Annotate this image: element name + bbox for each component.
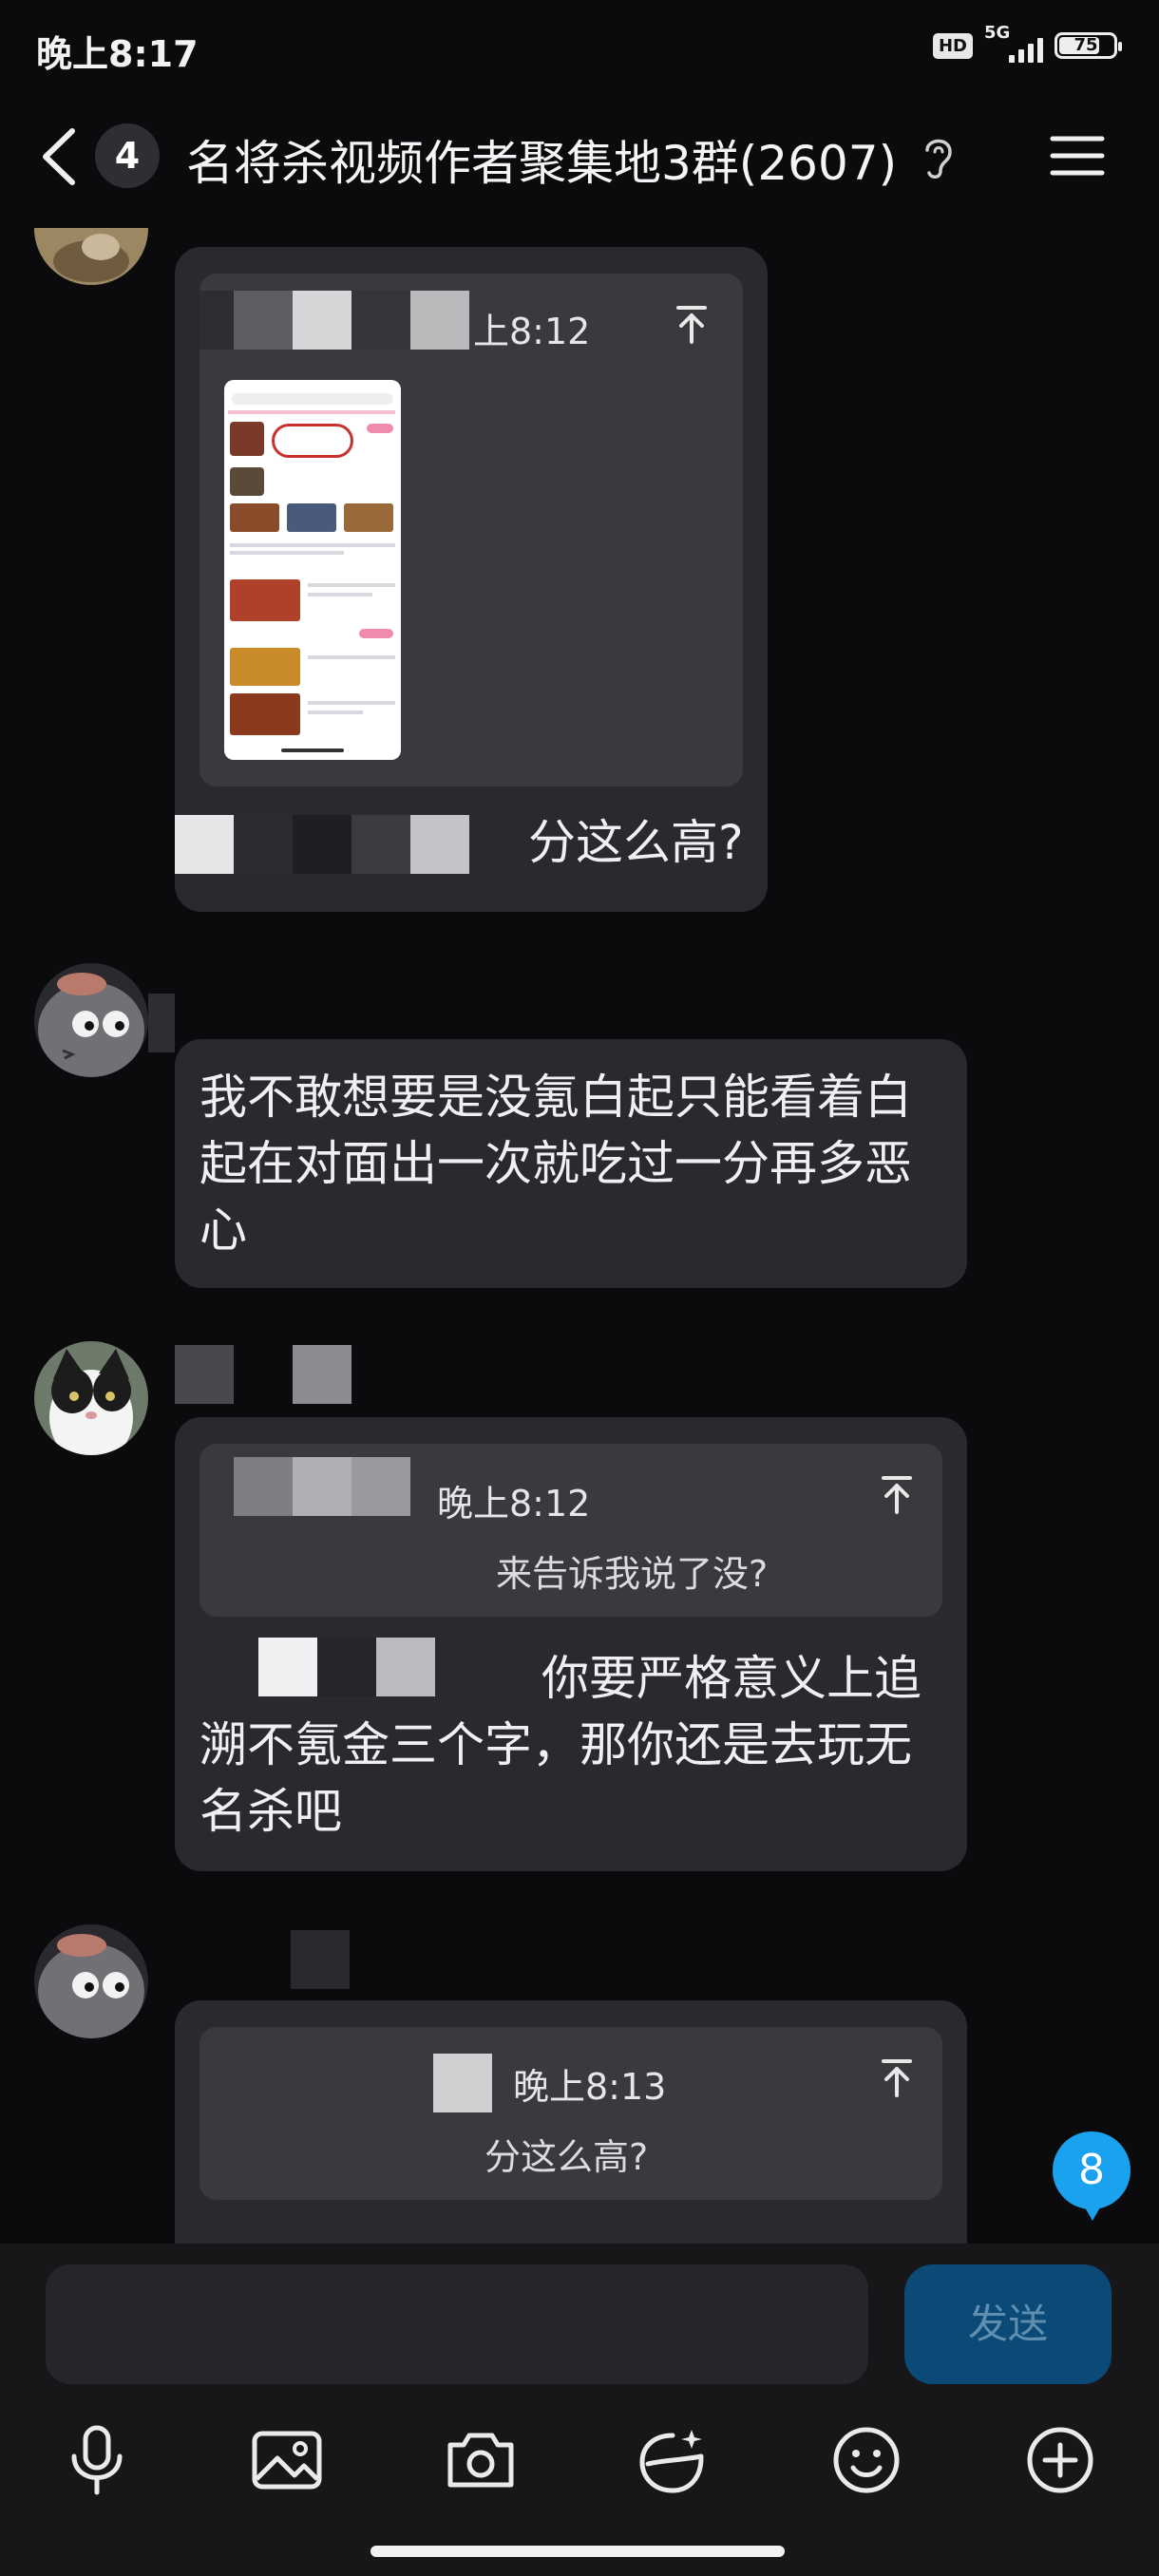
new-messages-badge[interactable]: 8 — [1053, 2131, 1130, 2221]
quote-text: 来告诉我说了没? — [496, 1553, 769, 1595]
jump-to-original-icon[interactable] — [674, 304, 709, 346]
reply-quote[interactable]: 晚上8:12 来告诉我说了没? — [200, 1444, 942, 1617]
status-icons: HD 5G 75 — [932, 23, 1122, 63]
back-icon[interactable] — [36, 123, 84, 190]
network-type: 5G — [984, 23, 1011, 43]
send-button[interactable]: 发送 — [904, 2264, 1112, 2384]
blurred-name — [175, 815, 469, 874]
message-text: 分这么高? — [528, 815, 744, 870]
blurred-sender — [291, 1930, 350, 1989]
signal-icon: 5G — [984, 23, 1043, 63]
blurred-sender — [200, 291, 469, 350]
message-bubble[interactable]: 晚上8:12 来告诉我说了没? 你要严格意义上追溯不氪金三个字，那你还是去玩无名… — [175, 1417, 967, 1871]
microphone-icon[interactable] — [59, 2422, 135, 2498]
plus-icon[interactable] — [1022, 2422, 1098, 2498]
battery-level: 75 — [1074, 35, 1098, 55]
jump-to-original-icon[interactable] — [880, 1474, 914, 1516]
message-bubble[interactable]: 晚上8:13 分这么高? — [175, 2000, 967, 2285]
message-bubble[interactable]: 我不敢想要是没氪白起只能看着白起在对面出一次就吃过一分再多恶心 — [175, 1039, 967, 1288]
jump-to-original-icon[interactable] — [880, 2057, 914, 2099]
avatar[interactable] — [34, 1924, 148, 2038]
avatar[interactable] — [34, 1341, 148, 1455]
blurred-sender — [175, 1345, 352, 1404]
quote-time: 晚上8:12 — [437, 1483, 591, 1525]
blurred-sender — [148, 994, 175, 1052]
message-input[interactable] — [46, 2264, 868, 2384]
sticker-icon[interactable] — [635, 2422, 711, 2498]
reply-quote[interactable]: 晚上8:13 分这么高? — [200, 2027, 942, 2200]
avatar[interactable] — [34, 963, 148, 1077]
quote-time: 晚上8:13 — [513, 2066, 667, 2108]
status-time: 晚上8:17 — [36, 33, 199, 75]
home-indicator[interactable] — [370, 2546, 785, 2557]
emoji-icon[interactable] — [828, 2422, 904, 2498]
message-text: 我不敢想要是没氪白起只能看着白起在对面出一次就吃过一分再多恶心 — [200, 1070, 912, 1258]
blurred-sender — [234, 1457, 410, 1516]
quoted-screenshot-image[interactable] — [224, 380, 401, 760]
hd-badge: HD — [932, 32, 973, 59]
image-icon[interactable] — [249, 2422, 325, 2498]
quote-time: 上8:12 — [473, 311, 591, 352]
camera-icon[interactable] — [443, 2422, 519, 2498]
battery-icon: 75 — [1054, 32, 1122, 59]
message-text: 你要严格意义上追溯不氪金三个字，那你还是去玩无名杀吧 — [200, 1651, 922, 1839]
unread-count-badge[interactable]: 4 — [95, 123, 160, 188]
earpiece-mode-icon[interactable] — [920, 133, 958, 180]
chat-title[interactable]: 名将杀视频作者聚集地3群(2607) — [186, 125, 897, 194]
blurred-sender — [433, 2054, 492, 2112]
menu-icon[interactable] — [1049, 133, 1106, 179]
quote-text: 分这么高? — [484, 2136, 649, 2178]
